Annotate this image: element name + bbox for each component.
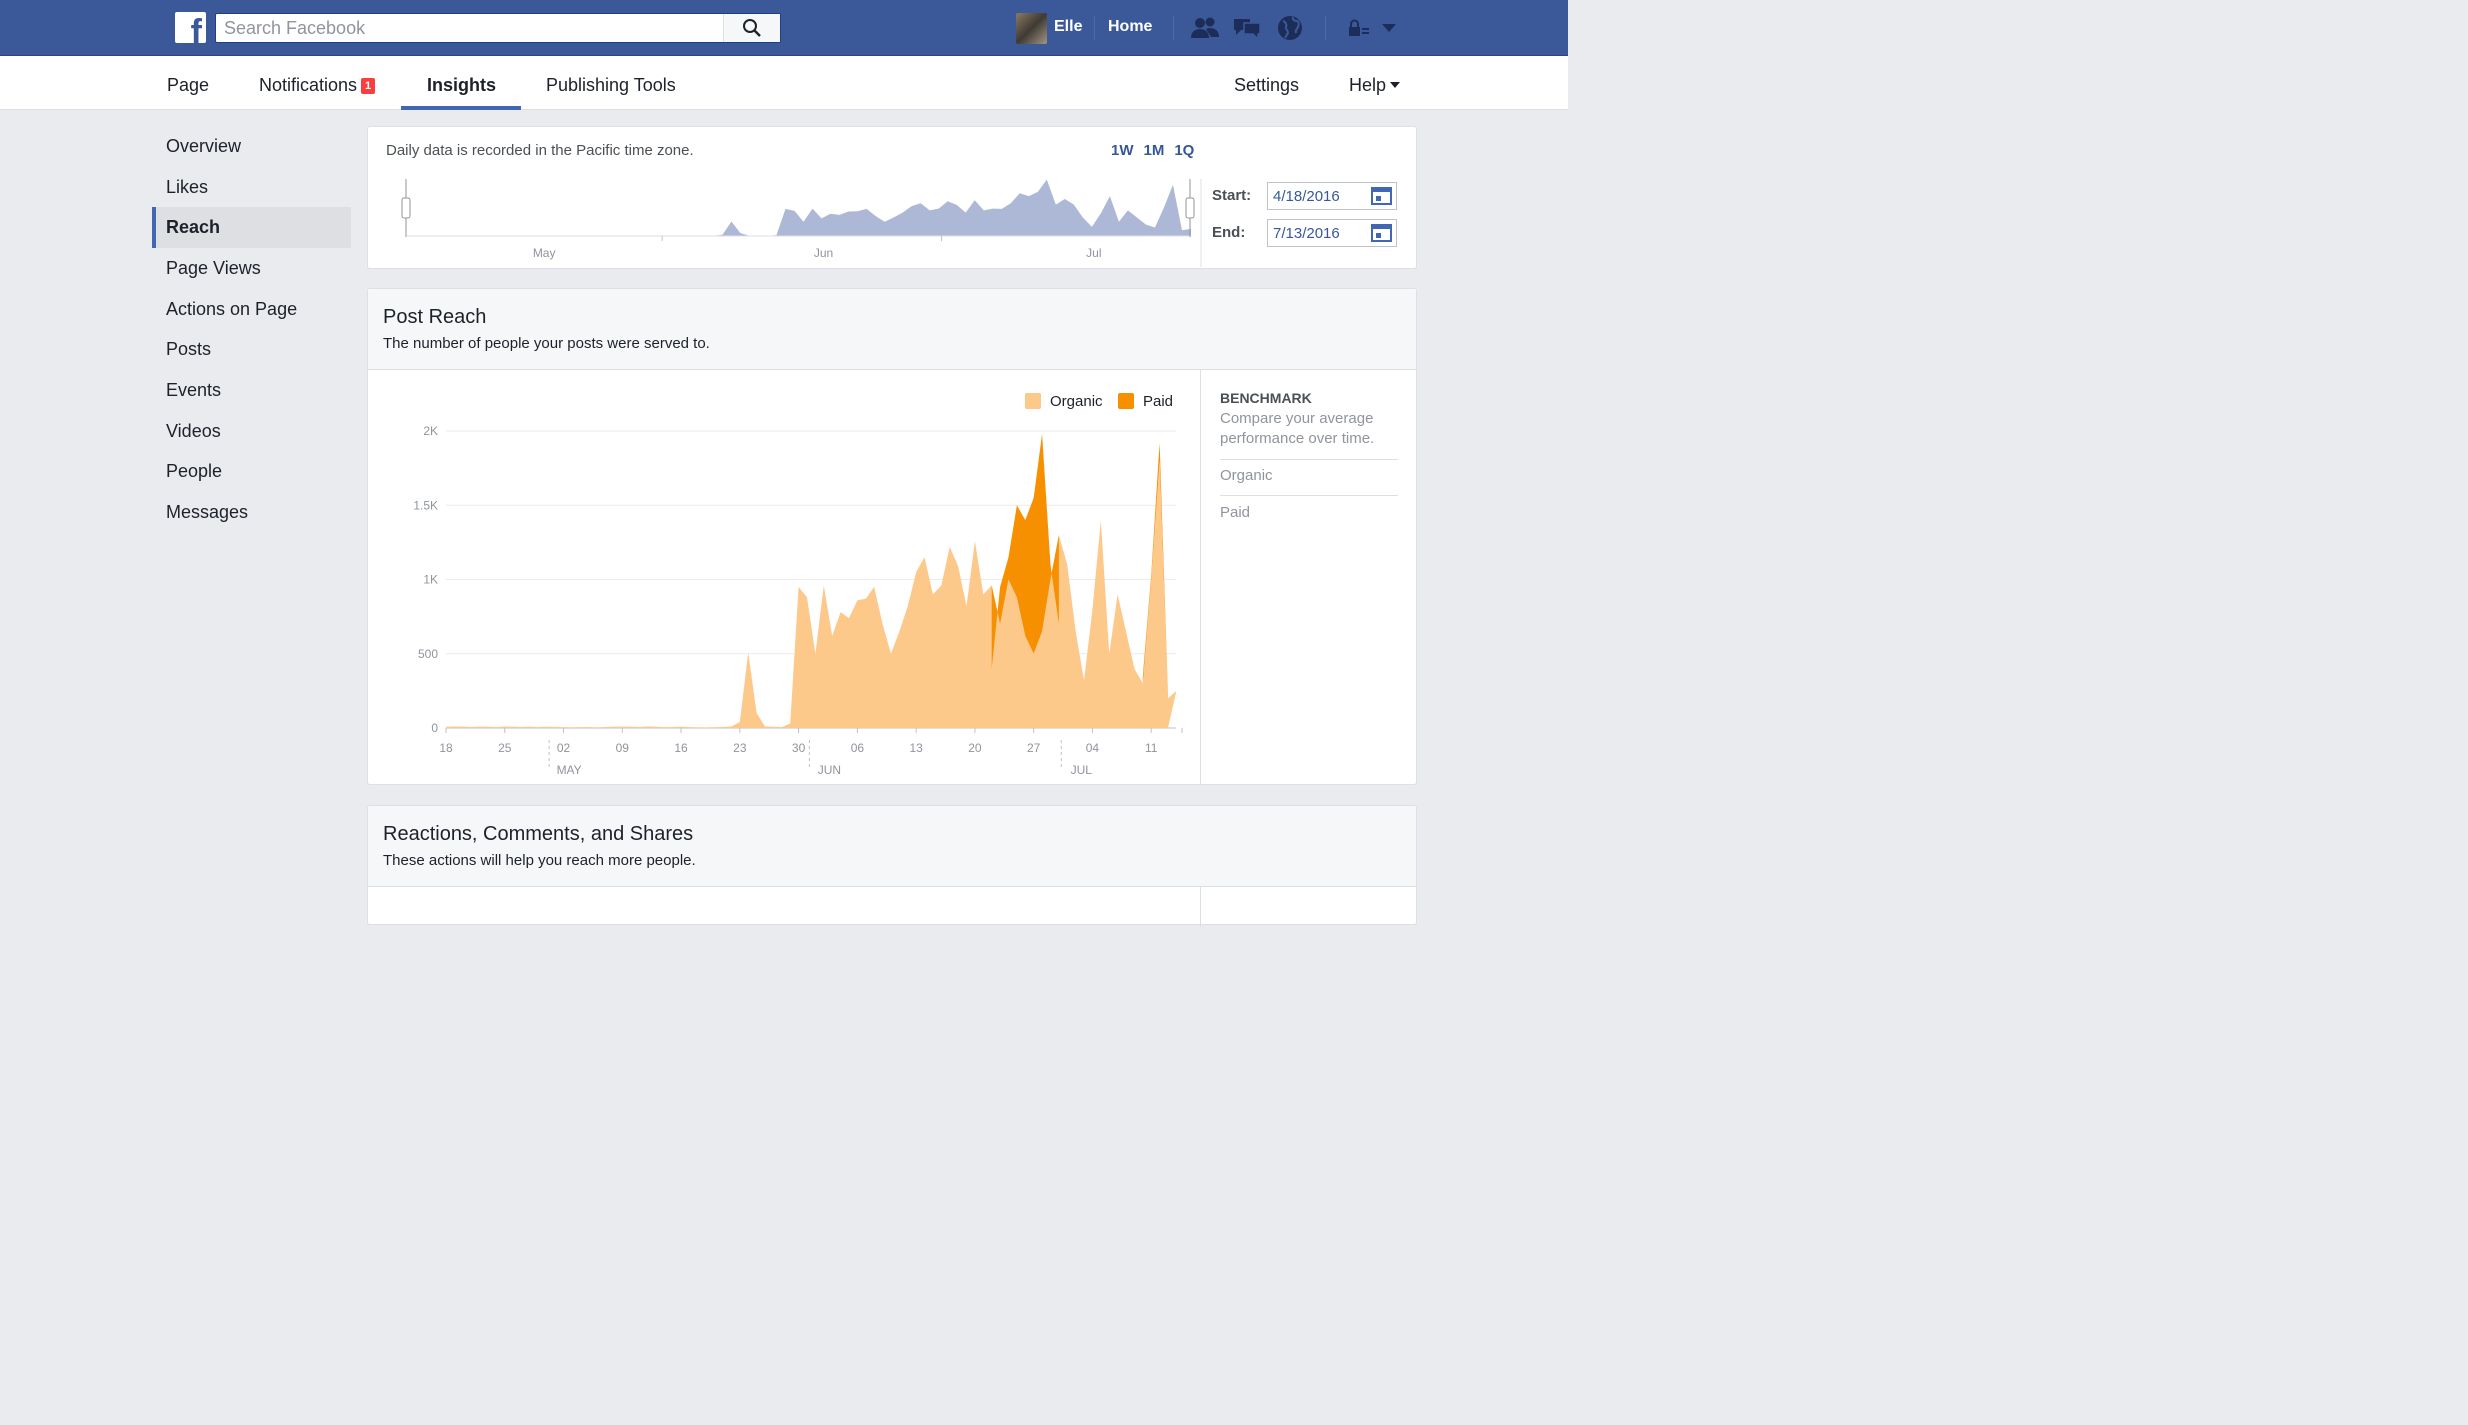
top-nav-bar: f Elle Home [0, 0, 1568, 56]
start-date-field[interactable]: 4/18/2016 [1267, 182, 1397, 210]
sidebar-item-events[interactable]: Events [152, 370, 351, 411]
privacy-lock-icon[interactable] [1344, 14, 1374, 42]
search-icon [743, 19, 761, 37]
post-reach-title: Post Reach [383, 306, 487, 328]
reactions-subtitle: These actions will help you reach more p… [383, 852, 696, 869]
sidebar-item-actions-on-page[interactable]: Actions on Page [152, 289, 351, 330]
post-reach-header: Post Reach The number of people your pos… [368, 289, 1416, 370]
home-link[interactable]: Home [1108, 18, 1152, 36]
nav-divider [1094, 16, 1095, 40]
post-reach-subtitle: The number of people your posts were ser… [383, 335, 710, 352]
divider [1200, 887, 1201, 927]
end-date-value: 7/13/2016 [1273, 225, 1340, 242]
x-tick-label: 18 [439, 741, 453, 755]
y-tick-label: 1K [423, 573, 438, 587]
search-button[interactable] [723, 14, 780, 42]
overview-area [407, 179, 1191, 236]
tab-insights[interactable]: Insights [427, 75, 496, 96]
y-tick-label: 0 [431, 721, 438, 735]
messages-icon[interactable] [1232, 14, 1262, 42]
calendar-icon[interactable] [1371, 224, 1392, 242]
overview-month-label: May [533, 246, 556, 260]
divider [1220, 459, 1398, 460]
x-tick-label: 11 [1145, 741, 1158, 755]
benchmark-description: Compare your average performance over ti… [1220, 410, 1375, 447]
overview-month-label: Jun [814, 246, 833, 260]
end-date-field[interactable]: 7/13/2016 [1267, 219, 1397, 247]
date-range-overview-chart[interactable]: May Jun Jul [368, 127, 1208, 270]
y-tick-label: 500 [418, 647, 438, 661]
start-date-label: Start: [1212, 187, 1252, 204]
post-reach-card: Post Reach The number of people your pos… [367, 288, 1417, 785]
x-month-label: JUL [1071, 763, 1093, 777]
legend-label: Organic [1050, 393, 1103, 410]
x-tick-label: 02 [557, 741, 571, 755]
tab-settings[interactable]: Settings [1234, 75, 1299, 96]
nav-divider [1325, 16, 1326, 40]
x-tick-label: 13 [909, 741, 923, 755]
sidebar-item-likes[interactable]: Likes [152, 167, 351, 208]
sidebar-item-page-views[interactable]: Page Views [152, 248, 351, 289]
reactions-title: Reactions, Comments, and Shares [383, 823, 694, 845]
reactions-header: Reactions, Comments, and Shares These ac… [368, 806, 1416, 887]
y-tick-label: 2K [423, 424, 438, 438]
x-tick-label: 16 [674, 741, 688, 755]
legend-swatch [1025, 393, 1041, 409]
end-date-label: End: [1212, 224, 1246, 241]
notifications-count-badge: 1 [361, 78, 376, 94]
range-drag-handle [1185, 197, 1195, 219]
active-tab-indicator [401, 106, 521, 110]
search-input[interactable] [216, 14, 724, 42]
x-tick-label: 04 [1086, 741, 1100, 755]
date-range-card: Daily data is recorded in the Pacific ti… [367, 126, 1417, 269]
y-tick-label: 1.5K [413, 498, 438, 512]
page-tabs-bar: Page Notifications 1 Insights Publishing … [0, 56, 1568, 110]
legend-label: Paid [1143, 393, 1173, 410]
benchmark-title: BENCHMARK [1220, 390, 1312, 406]
tab-page[interactable]: Page [167, 75, 209, 96]
sidebar-item-reach[interactable]: Reach [152, 207, 351, 249]
legend-swatch [1118, 393, 1134, 409]
x-tick-label: 27 [1027, 741, 1041, 755]
account-menu-chevron-down-icon[interactable] [1374, 14, 1404, 42]
sidebar-item-overview[interactable]: Overview [152, 126, 351, 167]
sidebar-item-posts[interactable]: Posts [152, 329, 351, 370]
x-month-label: JUN [818, 763, 841, 777]
profile-name-link[interactable]: Elle [1054, 18, 1082, 36]
benchmark-panel: BENCHMARK Compare your average performan… [1200, 370, 1417, 785]
sidebar-item-people[interactable]: People [152, 452, 351, 493]
overview-month-label: Jul [1086, 246, 1101, 260]
divider [1220, 495, 1398, 496]
sidebar-item-messages[interactable]: Messages [152, 492, 351, 533]
organic-series-area [446, 460, 1177, 728]
notifications-globe-icon[interactable] [1275, 14, 1305, 42]
x-tick-label: 25 [498, 741, 512, 755]
benchmark-organic-option[interactable]: Organic [1220, 467, 1273, 484]
chevron-down-icon [1390, 82, 1401, 88]
range-drag-handle [401, 197, 411, 219]
x-tick-label: 09 [616, 741, 630, 755]
insights-sidebar: Overview Likes Reach Page Views Actions … [152, 126, 351, 533]
post-reach-chart: 0 500 1K 1.5K 2K 18 25 02 09 16 23 30 06 13 20 27 04 11 MA… [413, 393, 1183, 777]
tab-help[interactable]: Help [1349, 75, 1401, 96]
x-tick-label: 06 [851, 741, 865, 755]
benchmark-paid-option[interactable]: Paid [1220, 504, 1250, 521]
reactions-comments-shares-card: Reactions, Comments, and Shares These ac… [367, 805, 1417, 927]
x-tick-label: 30 [792, 741, 806, 755]
calendar-icon[interactable] [1371, 187, 1392, 205]
x-tick-label: 20 [968, 741, 982, 755]
x-month-label: MAY [557, 763, 582, 777]
tab-publishing-tools[interactable]: Publishing Tools [546, 75, 676, 96]
avatar[interactable] [1016, 13, 1047, 44]
start-date-value: 4/18/2016 [1273, 188, 1340, 205]
tab-notifications-label: Notifications [259, 75, 358, 95]
x-tick-label: 23 [733, 741, 747, 755]
tab-notifications[interactable]: Notifications 1 [259, 75, 376, 96]
sidebar-item-videos[interactable]: Videos [152, 411, 351, 452]
tab-help-label: Help [1349, 75, 1387, 95]
nav-divider [1173, 16, 1174, 40]
search-box [215, 13, 781, 43]
facebook-logo-icon[interactable]: f [175, 12, 206, 43]
friend-requests-icon[interactable] [1190, 14, 1220, 42]
